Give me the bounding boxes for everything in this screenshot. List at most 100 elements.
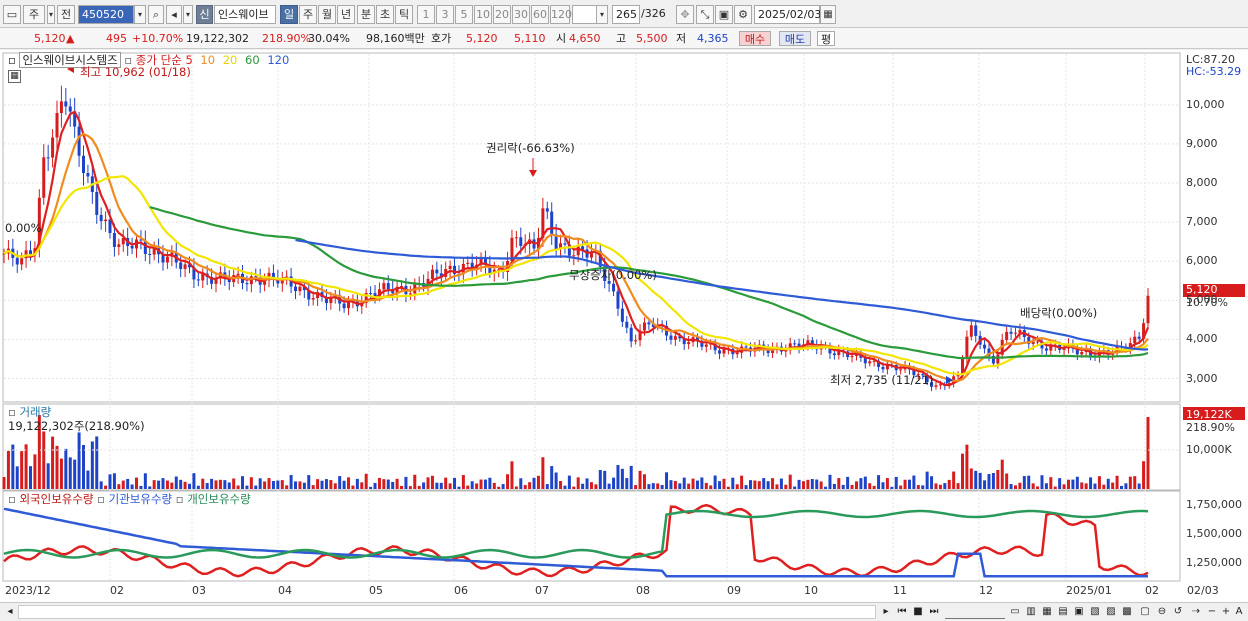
interval-20[interactable]: 20 xyxy=(493,5,511,24)
code-dropdown-icon[interactable]: ▾ xyxy=(134,5,146,24)
reset-icon[interactable]: ↺ xyxy=(1172,605,1184,619)
interval-120[interactable]: 120 xyxy=(550,5,572,24)
volume-bar xyxy=(969,468,973,489)
interval-60[interactable]: 60 xyxy=(531,5,549,24)
volume-bar xyxy=(625,478,629,489)
volume-bar xyxy=(466,485,470,489)
candle-body xyxy=(1036,341,1040,343)
period-select[interactable]: 주 xyxy=(23,5,45,24)
volume-bar xyxy=(669,480,673,489)
candle-body xyxy=(435,269,439,274)
foreign-holding-label: 외국인보유수량 xyxy=(19,492,94,506)
view-6-icon[interactable]: ▧ xyxy=(1088,605,1102,619)
candle-body xyxy=(965,336,969,359)
view-5-icon[interactable]: ▣ xyxy=(1072,605,1086,619)
scroll-track[interactable] xyxy=(18,605,876,619)
volume-bar xyxy=(642,474,646,489)
volume-bar xyxy=(112,473,116,489)
rights-arrow-icon xyxy=(529,170,537,177)
plus-icon[interactable]: + xyxy=(1220,605,1232,619)
buy-button[interactable]: 매수 xyxy=(739,31,771,46)
view-4-icon[interactable]: ▤ xyxy=(1056,605,1070,619)
stop-icon[interactable]: ■ xyxy=(911,605,925,619)
volume-bar xyxy=(899,485,903,489)
settings-icon[interactable]: ⚙ xyxy=(734,5,752,24)
save-icon[interactable]: ▣ xyxy=(715,5,733,24)
scroll-right-icon[interactable]: ▸ xyxy=(880,605,892,619)
scroll-left-icon[interactable]: ◂ xyxy=(4,605,16,619)
volume-bar xyxy=(1097,476,1101,489)
view-7-icon[interactable]: ▨ xyxy=(1104,605,1118,619)
volume-bar xyxy=(245,485,249,489)
zoom-slider[interactable] xyxy=(945,605,1005,619)
tab-week[interactable]: 주 xyxy=(299,5,317,24)
view-8-icon[interactable]: ▩ xyxy=(1120,605,1134,619)
drag-icon[interactable]: ✥ xyxy=(676,5,694,24)
chart-svg[interactable] xyxy=(0,50,1248,602)
left-annotation: 0.00% xyxy=(5,221,42,235)
high-annotation: 최고 10,962 (01/18) xyxy=(80,65,191,79)
stock-code-input[interactable]: 450520 xyxy=(78,5,134,24)
volume-bar xyxy=(223,480,227,489)
interval-3[interactable]: 3 xyxy=(436,5,454,24)
tab-month[interactable]: 월 xyxy=(318,5,336,24)
volume-bar xyxy=(682,477,686,489)
draw-line-icon[interactable]: ⤡ xyxy=(696,5,714,24)
bar-count-input[interactable]: 265 xyxy=(612,5,640,24)
date-input[interactable]: 2025/02/03 xyxy=(754,5,821,24)
interval-1[interactable]: 1 xyxy=(417,5,435,24)
volume-bar xyxy=(475,483,479,489)
tab-tick[interactable]: 틱 xyxy=(395,5,413,24)
link-icon[interactable]: ⇢ xyxy=(1190,605,1202,619)
volume-bar xyxy=(201,478,205,489)
calendar-icon[interactable]: ▦ xyxy=(820,5,836,24)
speaker-icon[interactable]: ◂ xyxy=(166,5,182,24)
volume-bar xyxy=(139,485,143,489)
search-icon[interactable]: ⌕ xyxy=(148,5,164,24)
candle-body xyxy=(311,298,315,300)
volume-bar xyxy=(497,486,501,489)
volume-bar xyxy=(453,477,457,489)
volume-bar xyxy=(214,480,218,489)
period-dropdown-icon[interactable]: ▾ xyxy=(47,5,55,24)
tab-second[interactable]: 초 xyxy=(376,5,394,24)
volume-bar xyxy=(227,482,231,489)
table-icon[interactable]: ▦ xyxy=(8,70,21,83)
volume-bar xyxy=(678,483,682,489)
tab-day[interactable]: 일 xyxy=(280,5,298,24)
candle-body xyxy=(1018,330,1022,333)
speaker-dropdown-icon[interactable]: ▾ xyxy=(183,5,193,24)
tab-year[interactable]: 년 xyxy=(337,5,355,24)
view-2-icon[interactable]: ▥ xyxy=(1024,605,1038,619)
volume-bar xyxy=(1005,473,1009,489)
volume-bar xyxy=(126,478,130,489)
view-9-icon[interactable]: ▢ xyxy=(1138,605,1152,619)
volume-bar xyxy=(373,482,377,489)
dividend-annotation: 배당락(0.00%) xyxy=(1020,306,1098,320)
rewind-icon[interactable]: ⏮ xyxy=(895,605,909,619)
minus-icon[interactable]: − xyxy=(1206,605,1218,619)
volume-bar xyxy=(709,485,713,489)
sell-button[interactable]: 매도 xyxy=(779,31,811,46)
interval-dropdown-icon[interactable]: ▾ xyxy=(596,5,608,24)
interval-30[interactable]: 30 xyxy=(512,5,530,24)
layout-icon[interactable]: ▭ xyxy=(3,5,21,24)
volume-bar xyxy=(740,475,744,489)
view-1-icon[interactable]: ▭ xyxy=(1008,605,1022,619)
font-icon[interactable]: A xyxy=(1233,605,1245,619)
volume-bar xyxy=(572,486,576,489)
candle-body xyxy=(369,293,373,295)
candle-body xyxy=(545,208,549,212)
zoom-out-icon[interactable]: ⊖ xyxy=(1156,605,1168,619)
view-3-icon[interactable]: ▦ xyxy=(1040,605,1054,619)
candle-body xyxy=(1137,336,1141,339)
chart-area[interactable]: ▫ 인스웨이브시스템즈 ▫ 종가 단순 5 10 20 60 120 ▦ LC:… xyxy=(0,50,1248,602)
tab-minute[interactable]: 분 xyxy=(357,5,375,24)
interval-10[interactable]: 10 xyxy=(474,5,492,24)
volume-bar xyxy=(1093,483,1097,489)
evaluate-button[interactable]: 평 xyxy=(817,31,835,46)
fast-forward-icon[interactable]: ⏭ xyxy=(927,605,941,619)
candle-body xyxy=(1013,332,1017,334)
interval-5[interactable]: 5 xyxy=(455,5,473,24)
prev-button[interactable]: 전 xyxy=(57,5,75,24)
